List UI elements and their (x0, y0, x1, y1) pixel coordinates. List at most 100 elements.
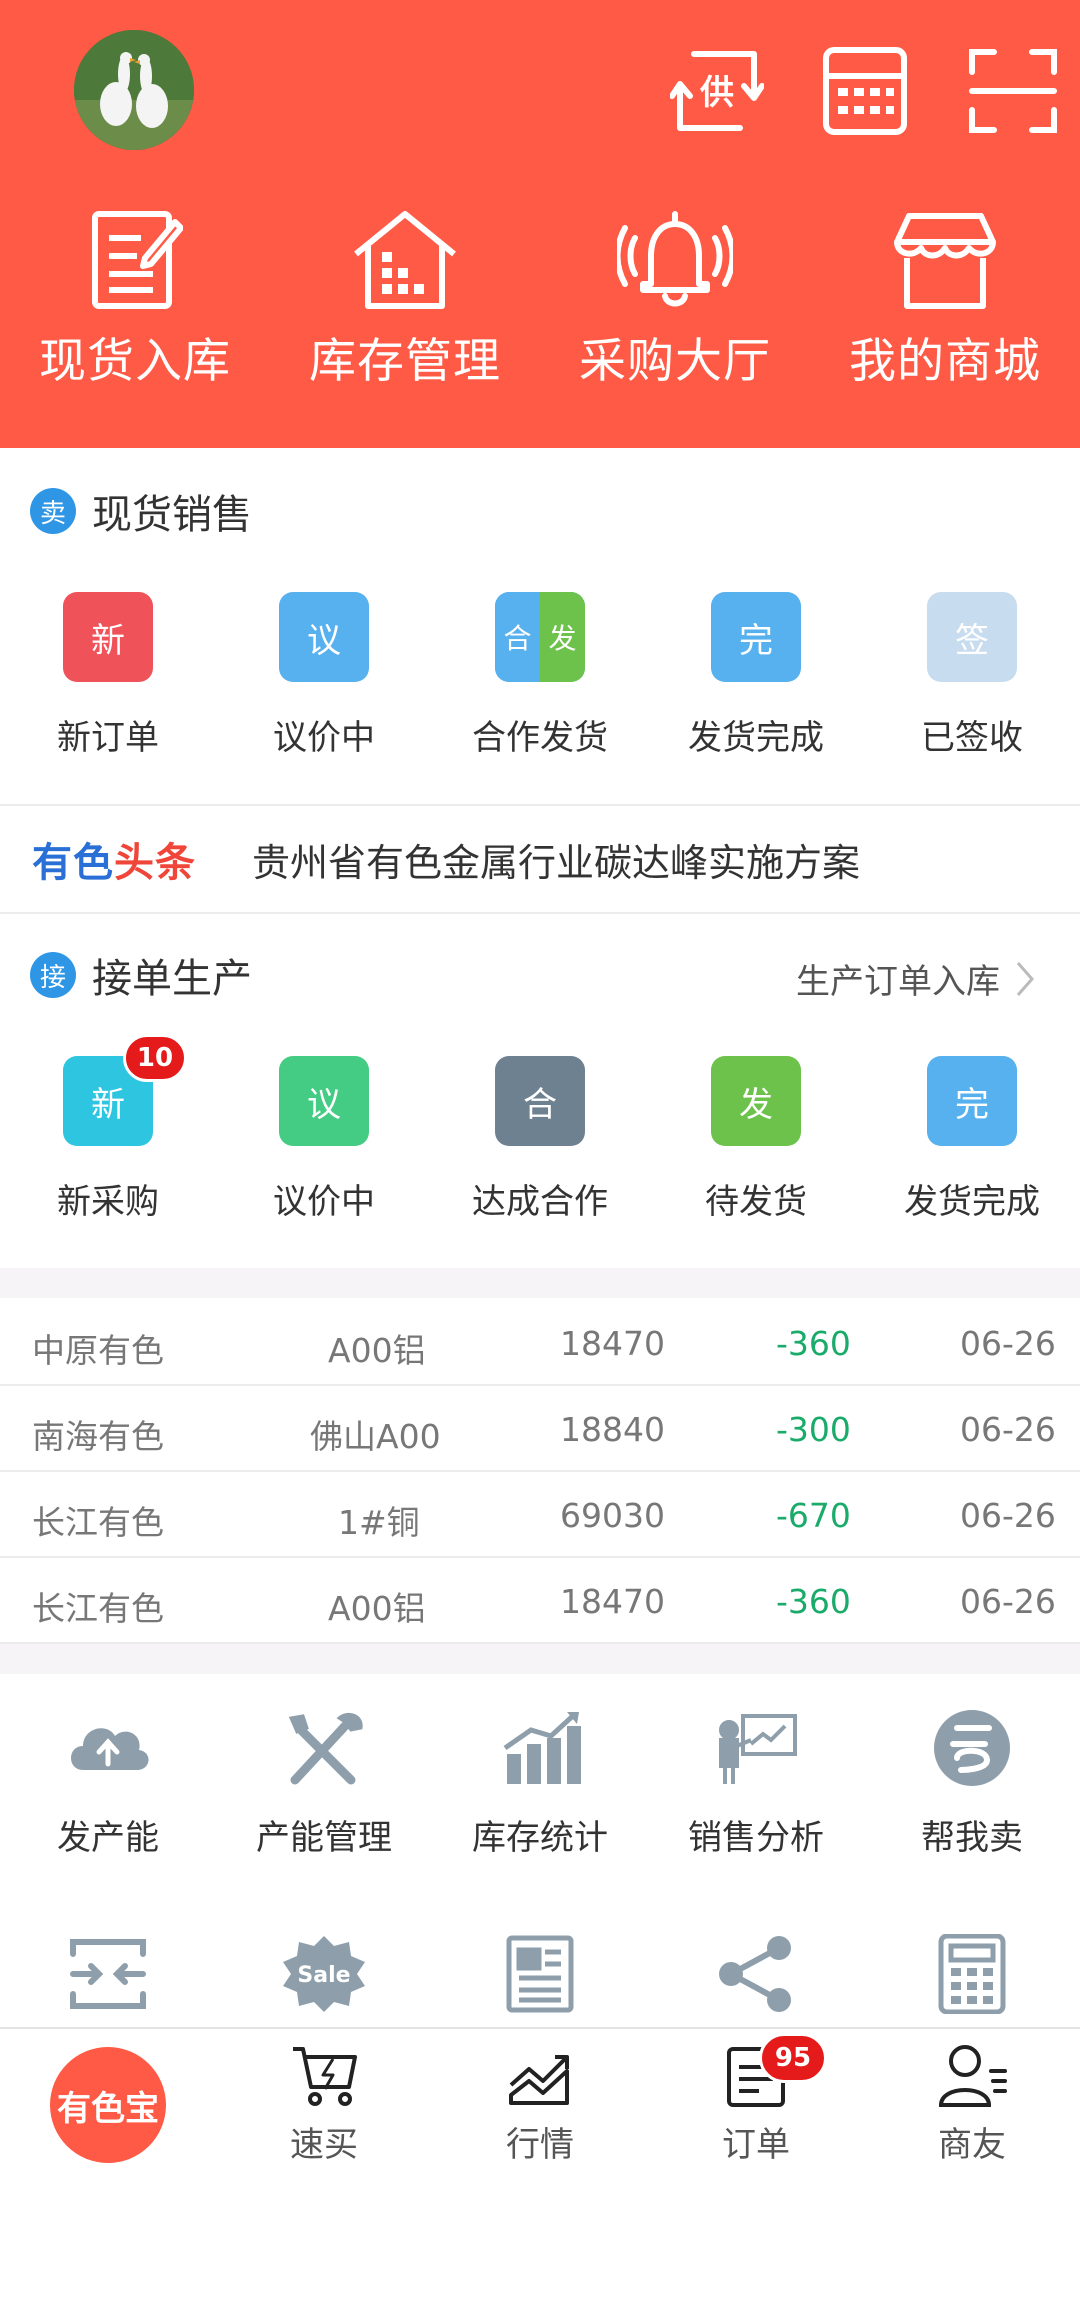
trend-icon (509, 2055, 569, 2105)
tool-row2-item[interactable] (432, 1934, 648, 2014)
tool-inventory-stats[interactable]: 库存统计 (432, 1708, 648, 1859)
market-name: 南海有色 (32, 1417, 164, 1456)
warehouse-icon (354, 211, 456, 309)
tile-left: 合 (495, 592, 540, 682)
merge-arrows-icon (70, 1939, 146, 2009)
divider (0, 912, 1080, 914)
menu-spot-stock-in[interactable]: 现货入库 (0, 208, 270, 391)
menu-inventory[interactable]: 库存管理 (270, 208, 540, 391)
status-label: 达成合作 (472, 1182, 608, 1222)
tab-quick-buy[interactable]: 速买 (216, 2041, 432, 2166)
status-label: 待发货 (705, 1182, 807, 1222)
contacts-icon (938, 2045, 1007, 2107)
edit-document-icon (92, 211, 183, 309)
bottom-tab-bar: 有色宝 速买 行情 95 订单 商友 (0, 2027, 1080, 2307)
price-date: 06-26 (960, 1410, 1056, 1449)
market-name: 中原有色 (32, 1331, 164, 1370)
menu-label: 库存管理 (309, 334, 501, 389)
tool-label: 销售分析 (688, 1818, 824, 1858)
price-row[interactable]: 南海有色 佛山A00 18840 -300 06-26 (0, 1386, 1080, 1472)
price-date: 06-26 (960, 1496, 1056, 1535)
status-shipped[interactable]: 完 发货完成 (648, 592, 864, 759)
market-name: 长江有色 (32, 1589, 164, 1628)
status-tile: 议 (279, 592, 369, 682)
sale-badge-icon: Sale (283, 1936, 365, 2012)
price-row[interactable]: 中原有色 A00铝 18470 -360 06-26 (0, 1300, 1080, 1386)
tool-label: 产能管理 (256, 1818, 392, 1858)
menu-purchase-hall[interactable]: 采购大厅 (540, 208, 810, 391)
cart-icon (293, 2047, 357, 2106)
bar-chart-icon (503, 1712, 581, 1784)
status-new-order[interactable]: 新 新订单 (0, 592, 216, 759)
product-name: A00铝 (328, 1331, 426, 1370)
tool-sales-analysis[interactable]: 销售分析 (648, 1708, 864, 1859)
price-value: 18840 (560, 1410, 665, 1449)
price-change: -300 (776, 1410, 851, 1449)
section-gap (0, 1268, 1080, 1298)
calculator-icon[interactable] (818, 44, 912, 138)
section-title: 现货销售 (92, 492, 252, 538)
section-title: 接单生产 (92, 956, 252, 1002)
news-headline[interactable]: 贵州省有色金属行业碳达峰实施方案 (252, 832, 860, 887)
production-negotiating[interactable]: 议 议价中 (216, 1056, 432, 1223)
status-tile: 完 (927, 1056, 1017, 1146)
price-change: -360 (776, 1582, 851, 1621)
status-label: 新订单 (57, 718, 159, 758)
news-ticker[interactable]: 有色头条 贵州省有色金属行业碳达峰实施方案 (0, 806, 1080, 912)
chevron-right-icon (1016, 961, 1034, 996)
status-label: 合作发货 (472, 718, 608, 758)
tile-right: 发 (540, 592, 585, 682)
header-banner: 供 现货入库 库存管理 采购大厅 我的商城 (0, 0, 1080, 448)
section-gap (0, 1644, 1080, 1674)
status-tile-split: 合 发 (495, 592, 585, 682)
home-tab-button[interactable]: 有色宝 (50, 2047, 166, 2163)
supply-switch-icon[interactable]: 供 (669, 44, 765, 138)
shop-icon (894, 213, 996, 309)
count-badge: 95 (759, 2033, 827, 2083)
status-signed[interactable]: 签 已签收 (864, 592, 1080, 759)
status-label: 已签收 (921, 718, 1023, 758)
sell-badge: 卖 (30, 488, 76, 534)
accept-badge: 接 (30, 952, 76, 998)
price-date: 06-26 (960, 1582, 1056, 1621)
price-row[interactable]: 长江有色 A00铝 18470 -360 06-26 (0, 1558, 1080, 1644)
status-cooperative-ship[interactable]: 合 发 合作发货 (432, 592, 648, 759)
production-stock-in-link[interactable]: 生产订单入库 (796, 954, 1038, 1003)
production-agreed[interactable]: 合 达成合作 (432, 1056, 648, 1223)
link-label: 生产订单入库 (796, 962, 1000, 1002)
share-icon (719, 1936, 791, 2012)
status-tile: 合 (495, 1056, 585, 1146)
production-new-purchase[interactable]: 新 10 新采购 (0, 1034, 216, 1223)
tab-contacts[interactable]: 商友 (864, 2041, 1080, 2166)
status-tile: 签 (927, 592, 1017, 682)
production-shipped[interactable]: 完 发货完成 (864, 1056, 1080, 1223)
tool-row2-item[interactable] (864, 1934, 1080, 2014)
calculator-icon (938, 1934, 1006, 2014)
tool-capacity-management[interactable]: 产能管理 (216, 1708, 432, 1859)
tab-orders[interactable]: 95 订单 (648, 2033, 864, 2166)
tool-help-me-sell[interactable]: 帮我卖 (864, 1708, 1080, 1859)
presentation-icon (719, 1714, 797, 1784)
scan-icon[interactable] (966, 44, 1060, 138)
cloud-upload-icon (71, 1728, 149, 1770)
avatar[interactable] (74, 30, 194, 150)
bell-icon (617, 211, 733, 307)
tool-row2-item[interactable] (0, 1934, 216, 2014)
count-badge: 10 (123, 1034, 187, 1082)
price-date: 06-26 (960, 1324, 1056, 1363)
product-name: 佛山A00 (310, 1417, 441, 1456)
status-negotiating[interactable]: 议 议价中 (216, 592, 432, 759)
tab-label: 订单 (722, 2125, 790, 2165)
product-name: 1#铜 (338, 1503, 420, 1542)
tool-label: 帮我卖 (921, 1818, 1023, 1858)
tab-market[interactable]: 行情 (432, 2041, 648, 2166)
tool-row2-item[interactable]: Sale (216, 1934, 432, 2014)
price-row[interactable]: 1#铜 长江有色 69030 -670 06-26 (0, 1472, 1080, 1558)
tools-icon (288, 1712, 363, 1785)
menu-my-shop[interactable]: 我的商城 (810, 208, 1080, 391)
menu-label: 我的商城 (849, 334, 1041, 389)
tool-row2-item[interactable] (648, 1934, 864, 2014)
tool-publish-capacity[interactable]: 发产能 (0, 1708, 216, 1859)
product-name: A00铝 (328, 1589, 426, 1628)
production-pending-ship[interactable]: 发 待发货 (648, 1056, 864, 1223)
